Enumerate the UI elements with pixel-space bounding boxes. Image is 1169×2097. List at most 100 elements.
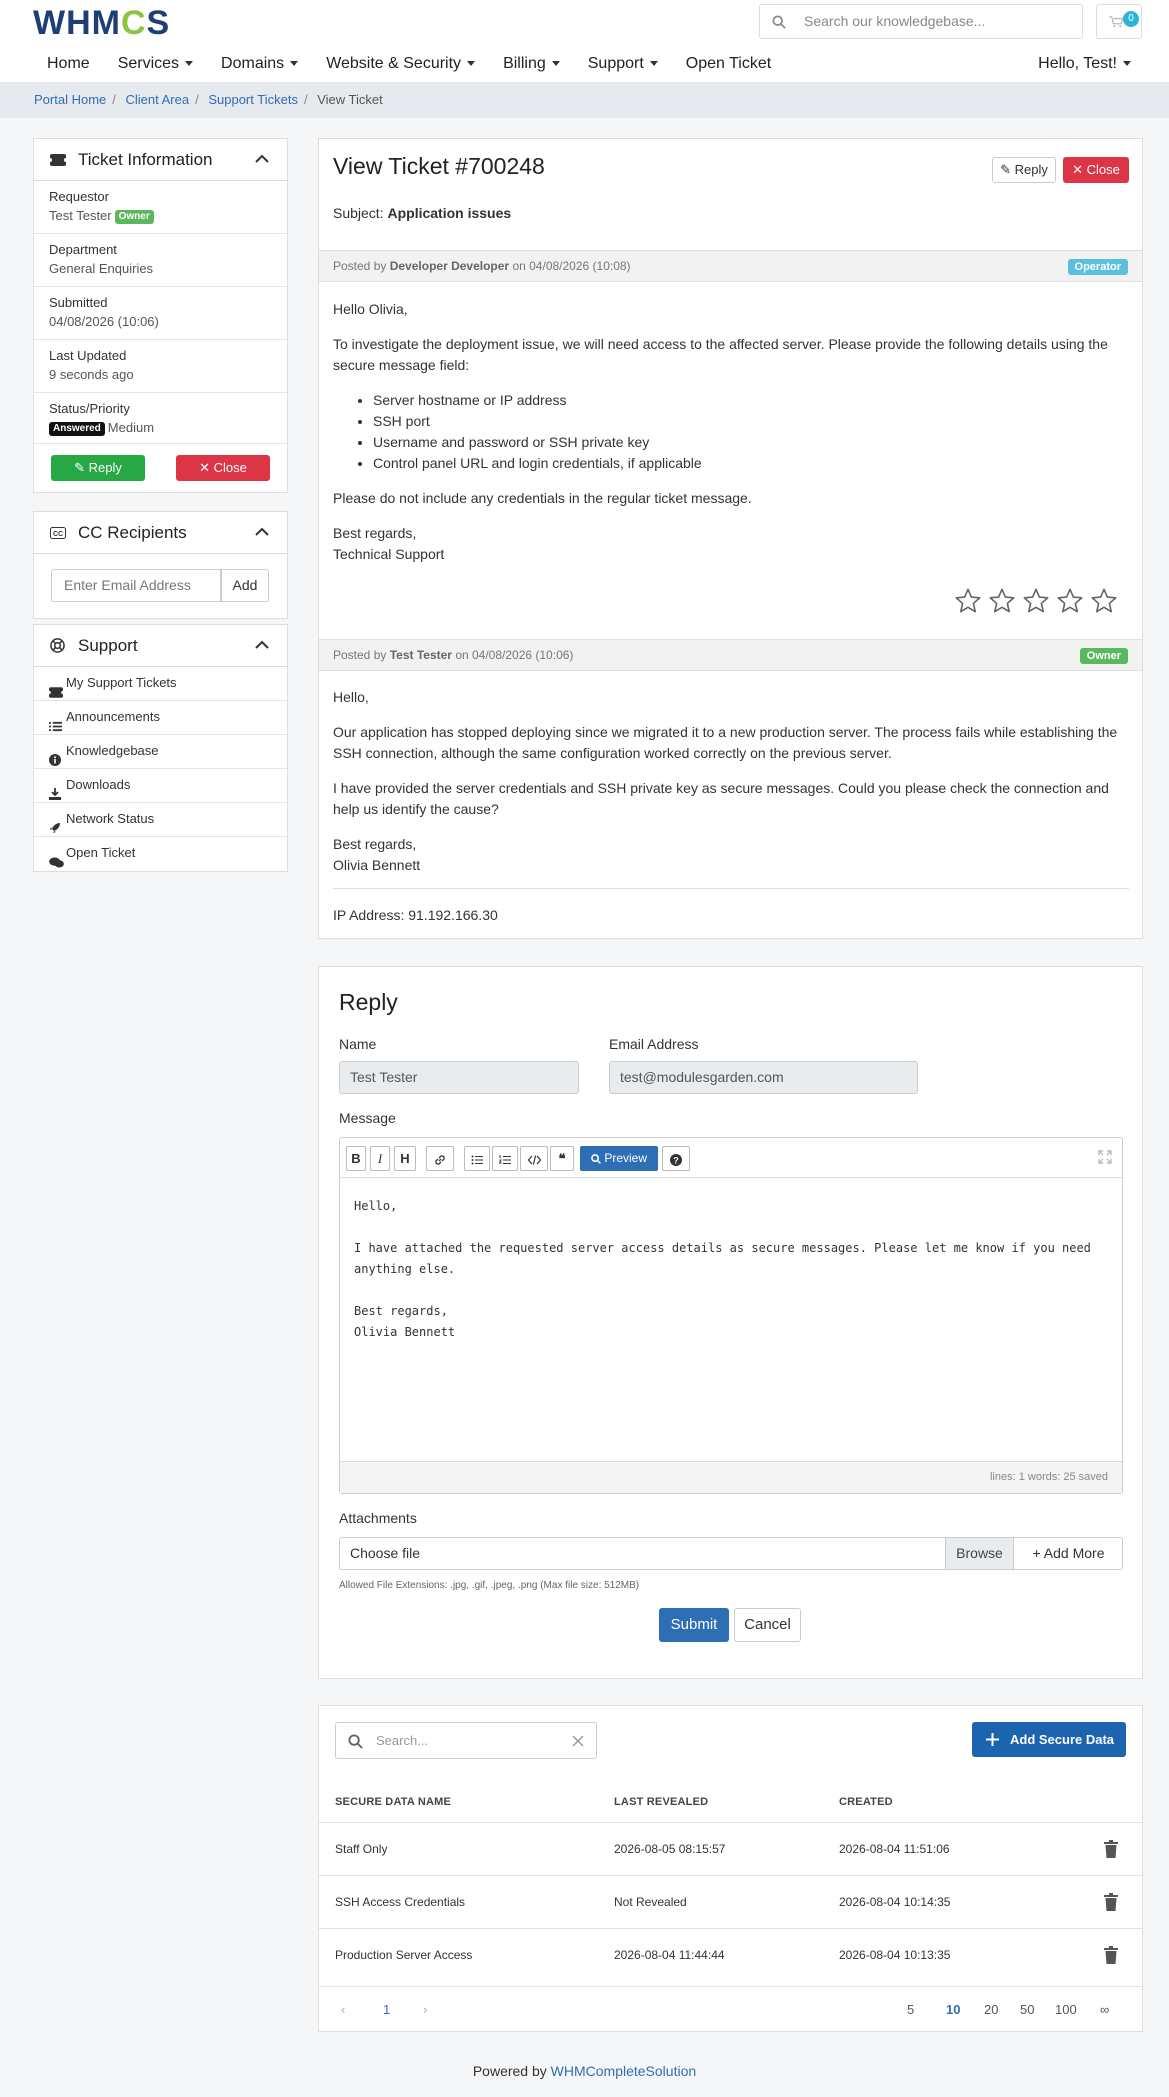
star-icon[interactable]	[1090, 587, 1118, 615]
cart-button[interactable]: 0	[1096, 4, 1142, 39]
editor-toolbar: B I H ❝ Preview ?	[340, 1138, 1122, 1178]
column-header-created[interactable]: CREATED	[839, 1796, 893, 1808]
cancel-button[interactable]: Cancel	[734, 1608, 801, 1642]
chevron-up-icon[interactable]	[255, 154, 269, 164]
add-secure-data-button[interactable]: Add Secure Data	[972, 1722, 1126, 1757]
sidebar-item-network-status[interactable]: Network Status	[34, 803, 287, 837]
submit-button[interactable]: Submit	[659, 1608, 729, 1642]
add-more-button[interactable]: + Add More	[1013, 1538, 1123, 1569]
breadcrumb-client-area[interactable]: Client Area	[126, 92, 190, 107]
info-label: Department	[49, 242, 117, 257]
sidebar-item-announcements[interactable]: Announcements	[34, 701, 287, 735]
pencil-icon: ✎	[1000, 162, 1012, 177]
footer-link[interactable]: WHMCompleteSolution	[551, 2063, 697, 2079]
nav-item-billing[interactable]: Billing	[489, 52, 574, 76]
current-page[interactable]: 1	[383, 1987, 390, 2033]
breadcrumb-portal-home[interactable]: Portal Home	[34, 92, 106, 107]
button-label: Reply	[1014, 162, 1048, 177]
email-field[interactable]: test@modulesgarden.com	[609, 1061, 918, 1094]
column-header-name[interactable]: SECURE DATA NAME	[335, 1796, 451, 1808]
page-size-option[interactable]: 5	[907, 1987, 914, 2033]
bold-button[interactable]: B	[346, 1146, 366, 1171]
list-item: Username and password or SSH private key	[373, 432, 1123, 453]
nav-item-support[interactable]: Support	[574, 52, 672, 76]
owner-badge: Owner	[1079, 648, 1128, 664]
info-label: Last Updated	[49, 348, 127, 363]
numbered-list-button[interactable]	[492, 1146, 518, 1171]
clear-icon[interactable]	[572, 1735, 584, 1747]
table-row[interactable]: Staff Only 2026-08-05 08:15:57 2026-08-04 …	[319, 1822, 1142, 1875]
page-size-option[interactable]: 100	[1055, 1987, 1077, 2033]
prev-page-icon[interactable]: ‹	[341, 1987, 345, 2033]
knowledgebase-search-input[interactable]: Search our knowledgebase...	[759, 4, 1083, 39]
user-menu[interactable]: Hello, Test!	[1038, 52, 1131, 76]
chevron-up-icon[interactable]	[255, 640, 269, 650]
nav-item-website-security[interactable]: Website & Security	[312, 52, 489, 76]
sidebar-item-label: Knowledgebase	[66, 743, 159, 758]
fullscreen-icon[interactable]	[1098, 1150, 1112, 1164]
ticket-close-button[interactable]: ✕ Close	[1063, 157, 1129, 183]
ticket-reply-button[interactable]: ✎ Reply	[992, 157, 1056, 183]
trash-icon[interactable]	[1104, 1893, 1118, 1911]
sidebar-item-my-support-tickets[interactable]: My Support Tickets	[34, 667, 287, 701]
name-field[interactable]: Test Tester	[339, 1061, 579, 1094]
code-button[interactable]	[520, 1146, 548, 1171]
secure-data-name[interactable]: Production Server Access	[335, 1929, 472, 1981]
nav-item-open-ticket[interactable]: Open Ticket	[672, 52, 785, 76]
help-button[interactable]: ?	[662, 1146, 690, 1171]
cc-add-button[interactable]: Add	[221, 569, 269, 602]
nav-item-services[interactable]: Services	[104, 52, 207, 76]
heading-button[interactable]: H	[394, 1146, 416, 1171]
link-button[interactable]	[426, 1146, 454, 1171]
star-icon[interactable]	[954, 587, 982, 615]
bullet-list-button[interactable]	[464, 1146, 490, 1171]
message-textarea[interactable]: Hello, I have attached the requested ser…	[354, 1196, 1114, 1343]
page-size-option[interactable]: ∞	[1100, 1987, 1109, 2033]
page-size-option[interactable]: 50	[1020, 1987, 1034, 2033]
list-item: Control panel URL and login credentials,…	[373, 453, 1123, 474]
preview-button[interactable]: Preview	[580, 1146, 658, 1171]
star-icon[interactable]	[1056, 587, 1084, 615]
page-size-option[interactable]: 20	[984, 1987, 998, 2033]
nav-item-home[interactable]: Home	[33, 52, 104, 76]
rating-stars	[954, 587, 1118, 615]
page-size-option[interactable]: 10	[946, 1987, 960, 2033]
secure-data-search-input[interactable]: Search...	[335, 1722, 597, 1759]
sidebar-item-knowledgebase[interactable]: Knowledgebase	[34, 735, 287, 769]
trash-icon[interactable]	[1104, 1840, 1118, 1858]
sidebar-reply-button[interactable]: ✎ Reply	[51, 455, 145, 481]
table-row[interactable]: SSH Access Credentials Not Revealed 2026-0…	[319, 1875, 1142, 1928]
chevron-up-icon[interactable]	[255, 527, 269, 537]
browse-button[interactable]: Browse	[945, 1538, 1013, 1569]
star-icon[interactable]	[1022, 587, 1050, 615]
message-paragraph: I have provided the server credentials a…	[333, 780, 1109, 817]
secure-data-name[interactable]: Staff Only	[335, 1823, 387, 1875]
sidebar-close-button[interactable]: ✕ Close	[176, 455, 270, 481]
message-author: Developer Developer	[389, 259, 510, 273]
sidebar-item-open-ticket[interactable]: Open Ticket	[34, 837, 287, 871]
table-row[interactable]: Production Server Access 2026-08-04 11:44…	[319, 1928, 1142, 1981]
whmcs-logo[interactable]: WHMCS	[33, 4, 170, 43]
link-icon	[435, 1154, 445, 1165]
italic-button[interactable]: I	[370, 1146, 390, 1171]
column-header-last-revealed[interactable]: LAST REVEALED	[614, 1796, 708, 1808]
operator-badge: Operator	[1067, 259, 1128, 275]
star-icon[interactable]	[988, 587, 1016, 615]
editor-status-bar: lines: 1 words: 25 saved	[340, 1461, 1122, 1493]
next-page-icon[interactable]: ›	[423, 1987, 427, 2033]
file-input[interactable]: Choose file Browse + Add More	[339, 1537, 1123, 1570]
created-date: 2026-08-04 10:14:35	[839, 1895, 951, 1909]
cc-recipients-panel: CC CC Recipients Enter Email Address Add	[33, 511, 288, 619]
cc-recipients-header[interactable]: CC CC Recipients	[34, 512, 287, 554]
secure-data-name[interactable]: SSH Access Credentials	[335, 1876, 465, 1928]
nav-item-domains[interactable]: Domains	[207, 52, 312, 76]
quote-button[interactable]: ❝	[550, 1146, 574, 1171]
support-header[interactable]: Support	[34, 625, 287, 667]
cc-email-input[interactable]: Enter Email Address	[51, 569, 221, 602]
message-signature: Olivia Bennett	[333, 857, 421, 873]
breadcrumb-support-tickets[interactable]: Support Tickets	[208, 92, 298, 107]
trash-icon[interactable]	[1104, 1946, 1118, 1964]
ticket-information-header[interactable]: Ticket Information	[34, 139, 287, 181]
sidebar-item-downloads[interactable]: Downloads	[34, 769, 287, 803]
button-label: Add Secure Data	[1010, 1732, 1115, 1747]
